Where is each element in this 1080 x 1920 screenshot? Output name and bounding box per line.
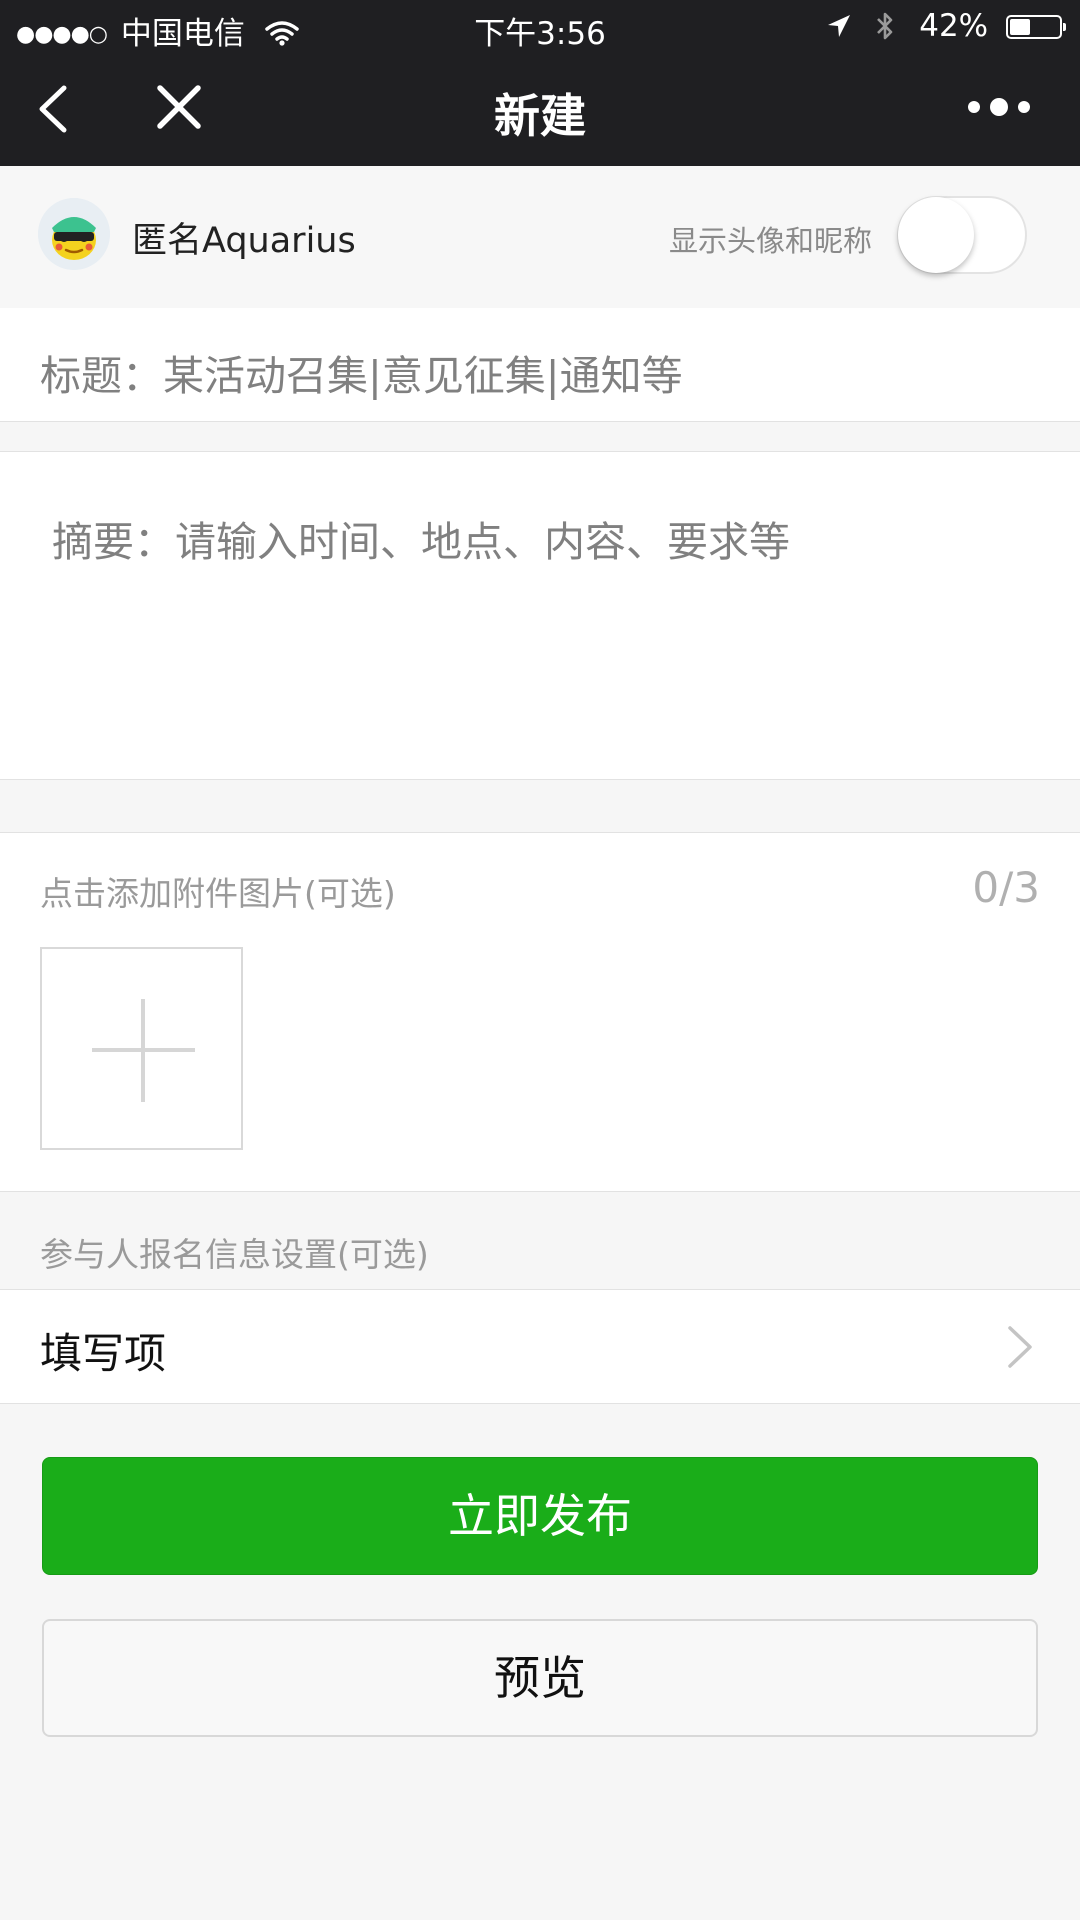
signup-caption: 参与人报名信息设置(可选) <box>40 1235 429 1274</box>
location-arrow-icon <box>827 15 850 37</box>
add-image-button[interactable] <box>40 947 243 1150</box>
plus-icon-vertical <box>141 999 145 1102</box>
status-bar: ●●●●○ 中国电信 下午3:56 42% <box>0 0 1080 54</box>
user-name: 匿名Aquarius <box>132 221 356 261</box>
fill-items-row[interactable]: 填写项 <box>0 1289 1080 1404</box>
battery-icon <box>1006 15 1066 39</box>
toggle-knob <box>898 197 974 273</box>
top-bar: ●●●●○ 中国电信 下午3:56 42% 新建 <box>0 0 1080 166</box>
show-avatar-label: 显示头像和昵称 <box>668 224 872 258</box>
navigation-bar: 新建 <box>0 54 1080 166</box>
status-right: 42% <box>826 8 1066 44</box>
summary-placeholder: 摘要：请输入时间、地点、内容、要求等 <box>52 518 790 566</box>
battery-level-fill <box>1010 19 1030 35</box>
attachment-count: 0/3 <box>972 863 1040 912</box>
show-avatar-toggle[interactable] <box>897 196 1027 274</box>
summary-field[interactable]: 摘要：请输入时间、地点、内容、要求等 <box>0 451 1080 780</box>
chevron-right-icon <box>1008 1326 1032 1368</box>
title-field[interactable]: 标题：某活动召集|意见征集|通知等 <box>0 308 1080 422</box>
attachment-hint: 点击添加附件图片(可选) <box>40 874 396 913</box>
fill-items-label: 填写项 <box>40 1329 167 1378</box>
avatar <box>38 198 110 270</box>
battery-percent: 42% <box>919 8 989 44</box>
more-icon[interactable] <box>964 92 1034 122</box>
page-title: 新建 <box>494 89 586 143</box>
publish-button[interactable]: 立即发布 <box>42 1457 1038 1575</box>
title-placeholder: 标题：某活动召集|意见征集|通知等 <box>40 352 683 400</box>
bluetooth-icon <box>877 12 893 40</box>
user-row: 匿名Aquarius 显示头像和昵称 <box>0 166 1080 309</box>
avatar-image <box>38 198 110 270</box>
preview-button[interactable]: 预览 <box>42 1619 1038 1737</box>
attachment-section: 点击添加附件图片(可选) 0/3 <box>0 832 1080 1192</box>
